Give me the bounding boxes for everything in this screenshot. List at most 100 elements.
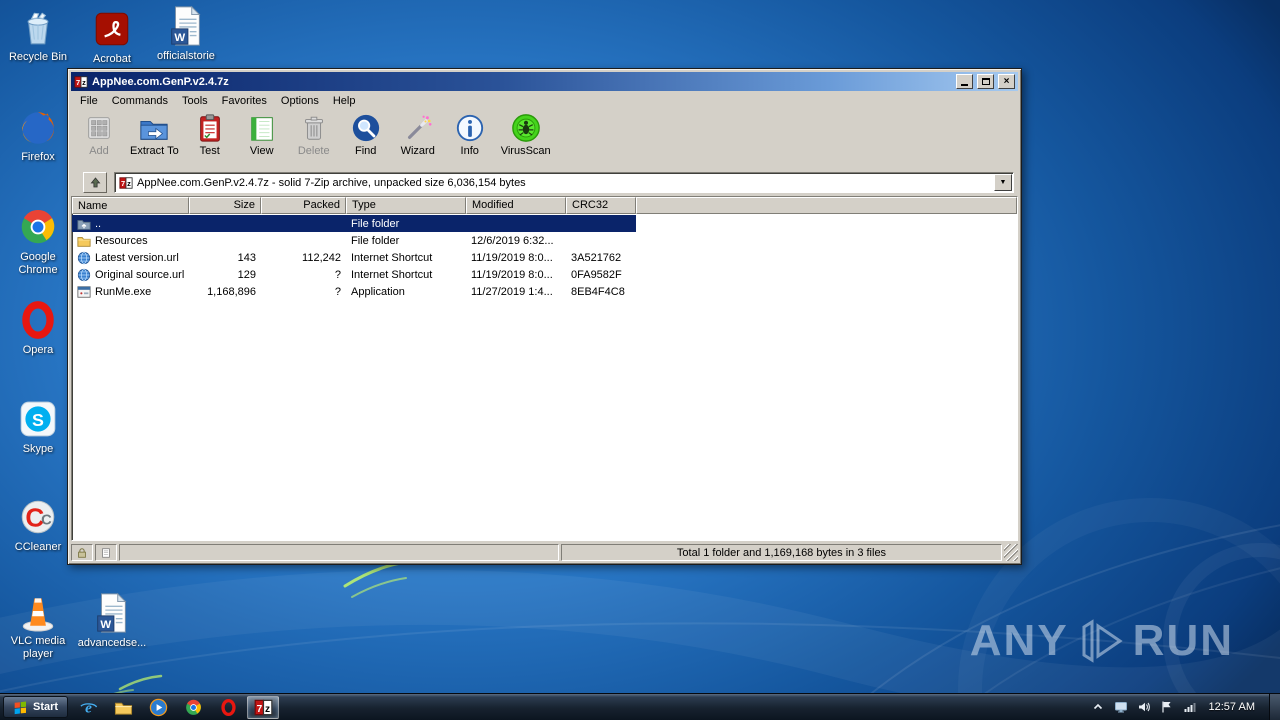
folder-up-icon (77, 217, 91, 231)
file-name: Resources (95, 234, 148, 247)
toolbar-info-button[interactable]: Info (444, 111, 496, 168)
watermark-any: ANY (969, 616, 1069, 665)
menu-commands[interactable]: Commands (105, 93, 175, 109)
window-title: AppNee.com.GenP.v2.4.7z (92, 75, 229, 88)
window-titlebar[interactable]: 7z AppNee.com.GenP.v2.4.7z × (71, 72, 1018, 91)
toolbar-view-button[interactable]: View (236, 111, 288, 168)
start-label: Start (33, 701, 59, 713)
file-packed: ? (334, 285, 341, 298)
menu-help[interactable]: Help (326, 93, 363, 109)
menu-tools[interactable]: Tools (175, 93, 215, 109)
desktop-icon-label: Skype (22, 443, 54, 455)
desktop-icon-label: Firefox (21, 151, 55, 163)
toolbar-find-button[interactable]: Find (340, 111, 392, 168)
file-rows: .. File folder Resources File folder 12/6/20… (72, 214, 1017, 540)
file-crc: 3A521762 (571, 251, 622, 264)
address-combo[interactable]: 7z AppNee.com.GenP.v2.4.7z - solid 7-Zip… (114, 172, 1014, 193)
desktop-icon-ccleaner[interactable]: C C CCleaner (0, 496, 76, 554)
taskbar-opera-button[interactable] (212, 696, 244, 719)
file-name-cell: Resources (72, 234, 189, 248)
desktop-icon-acrobat[interactable]: Acrobat (74, 8, 150, 66)
taskbar-clock[interactable]: 12:57 AM (1205, 701, 1262, 713)
toolbar-delete-button[interactable]: Delete (288, 111, 340, 168)
column-header-modified[interactable]: Modified (466, 197, 566, 214)
file-type: Internet Shortcut (351, 251, 433, 264)
status-doc-icon (95, 544, 117, 561)
folder-icon (77, 234, 91, 248)
file-modified: 11/19/2019 8:0... (471, 251, 553, 264)
menu-options[interactable]: Options (274, 93, 326, 109)
column-header-type[interactable]: Type (346, 197, 466, 214)
desktop-icon-label: Recycle Bin (8, 51, 68, 63)
address-dropdown-button[interactable]: ▼ (994, 174, 1012, 191)
toolbar-add-button[interactable]: Add (73, 111, 125, 168)
desktop-icon-label: VLC media player (10, 635, 66, 660)
svg-text:W: W (174, 32, 185, 44)
file-row-1[interactable]: Resources File folder 12/6/2019 6:32... (72, 232, 1017, 249)
status-total: Total 1 folder and 1,169,168 bytes in 3 … (561, 544, 1002, 561)
desktop-icon-vlc[interactable]: VLC media player (0, 590, 76, 660)
column-header-filler (636, 197, 1017, 214)
up-directory-button[interactable] (83, 172, 107, 193)
sevenzip-icon: 7z (254, 698, 273, 717)
svg-text:7: 7 (256, 703, 262, 714)
tray-volume[interactable] (1136, 699, 1152, 715)
taskbar-internet-explorer-button[interactable]: e (72, 696, 104, 719)
extract-icon (139, 113, 169, 143)
seven-zip-icon: 7z (74, 75, 88, 89)
toolbar-virusscan-button[interactable]: VirusScan (496, 111, 556, 168)
svg-text:W: W (100, 619, 111, 631)
vlc-icon (17, 590, 59, 632)
word-icon: W (165, 5, 207, 47)
file-row-2[interactable]: Latest version.url 143 112,242 Internet Sho… (72, 249, 1017, 266)
file-crc: 8EB4F4C8 (571, 285, 625, 298)
desktop-icon-recycle-bin[interactable]: Recycle Bin (0, 6, 76, 64)
desktop-icon-firefox[interactable]: Firefox (0, 106, 76, 164)
close-button[interactable]: × (998, 74, 1015, 89)
resize-grip[interactable] (1004, 544, 1018, 561)
address-bar: 7z AppNee.com.GenP.v2.4.7z - solid 7-Zip… (71, 170, 1018, 196)
file-type: Internet Shortcut (351, 268, 433, 281)
svg-text:C: C (41, 512, 52, 528)
desktop-icon-skype[interactable]: S Skype (0, 398, 76, 456)
column-header-packed[interactable]: Packed (261, 197, 346, 214)
toolbar-test-button[interactable]: Test (184, 111, 236, 168)
desktop-icon-label: CCleaner (14, 541, 62, 553)
menu-file[interactable]: File (73, 93, 105, 109)
toolbar-extract-button[interactable]: Extract To (125, 111, 184, 168)
taskbar-media-player-button[interactable] (142, 696, 174, 719)
add-icon (84, 113, 114, 143)
maximize-button[interactable] (977, 74, 994, 89)
desktop-icon-advancedse[interactable]: Wadvancedse... (74, 592, 150, 650)
minimize-button[interactable] (956, 74, 973, 89)
column-header-name[interactable]: Name (72, 197, 189, 214)
column-header-size[interactable]: Size (189, 197, 261, 214)
tray-show-hidden-icons[interactable] (1090, 699, 1106, 715)
desktop-icon-opera[interactable]: Opera (0, 299, 76, 357)
column-header-crc32[interactable]: CRC32 (566, 197, 636, 214)
start-button[interactable]: Start (3, 696, 69, 718)
desktop-icon-label: advancedse... (77, 637, 147, 649)
status-lock-icon (71, 544, 93, 561)
tray-display[interactable] (1113, 699, 1129, 715)
file-size: 129 (237, 268, 256, 281)
toolbar-wizard-button[interactable]: Wizard (392, 111, 444, 168)
taskbar-seven-zip-button[interactable]: 7z (247, 695, 280, 719)
desktop-icon-google-chrome[interactable]: Google Chrome (0, 206, 76, 276)
toolbar-label: Add (89, 145, 109, 157)
file-list: Name Size Packed Type Modified CRC32 .. File f… (71, 196, 1018, 541)
taskbar-windows-explorer-button[interactable] (107, 696, 139, 719)
opera-icon (17, 299, 59, 341)
menu-favorites[interactable]: Favorites (215, 93, 274, 109)
tray-action-center[interactable] (1159, 699, 1175, 715)
file-row-3[interactable]: Original source.url 129? Internet Shortcut… (72, 266, 1017, 283)
taskbar-google-chrome-button[interactable] (177, 696, 209, 719)
desktop-icon-officialstorie[interactable]: Wofficialstorie (148, 5, 224, 63)
tray-network[interactable] (1182, 699, 1198, 715)
file-row-0[interactable]: .. File folder (72, 215, 1017, 232)
chrome-icon (17, 206, 59, 248)
wmp-icon (149, 698, 168, 717)
file-row-4[interactable]: RunMe.exe 1,168,896? Application 11/27/2019… (72, 283, 1017, 300)
toolbar-label: Find (355, 145, 377, 157)
show-desktop-button[interactable] (1269, 693, 1280, 720)
